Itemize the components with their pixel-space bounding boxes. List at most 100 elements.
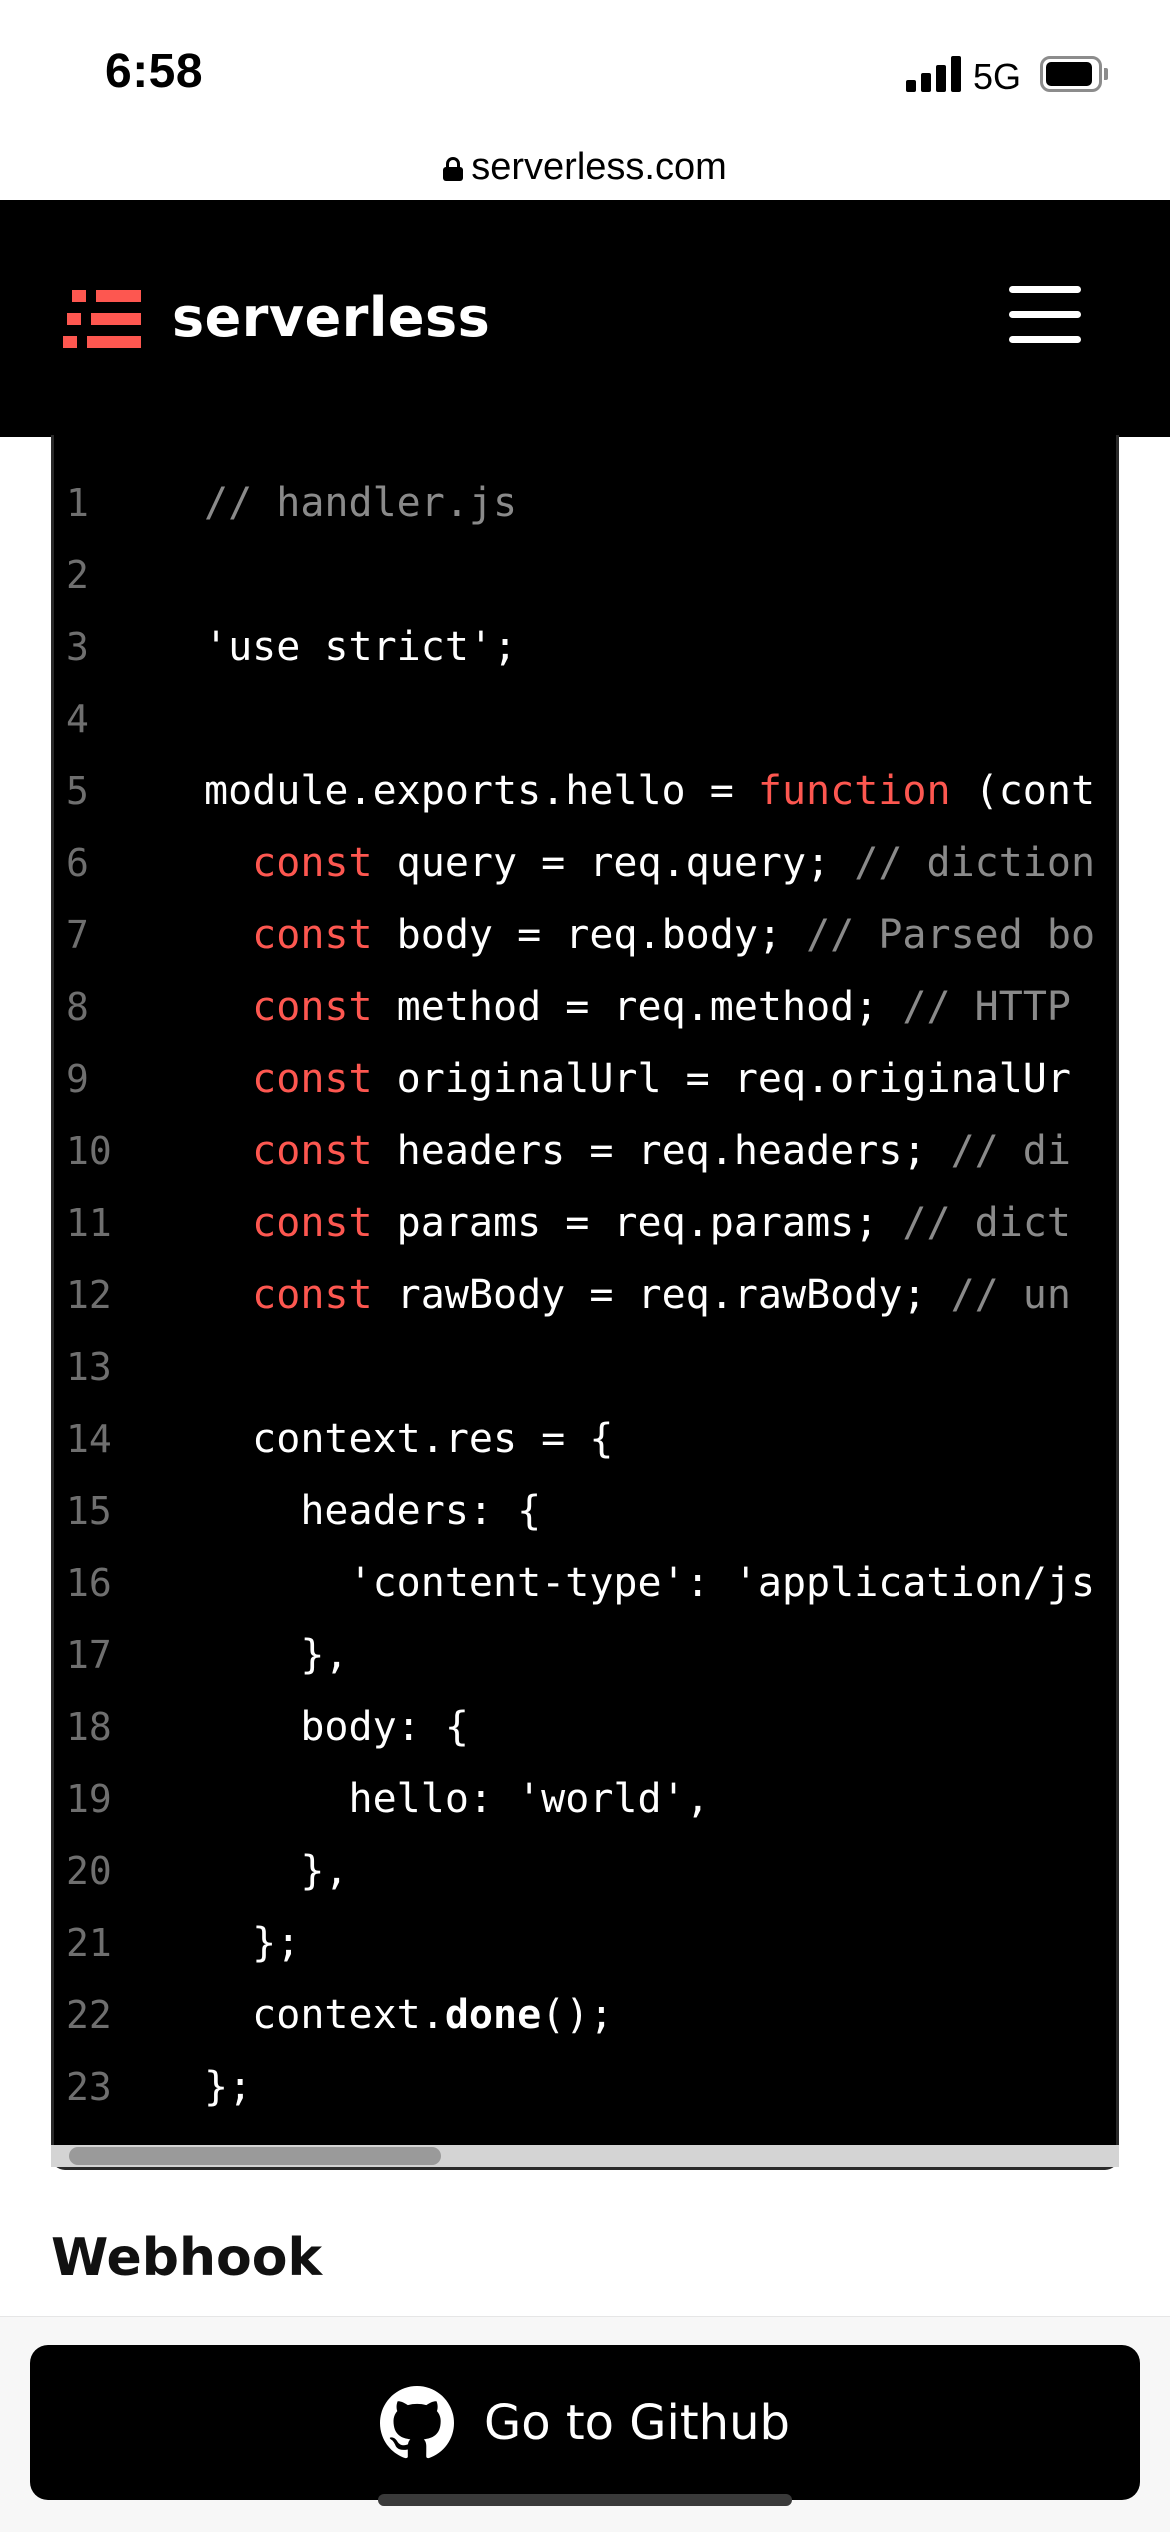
code-token-plain: headers = req.headers;	[372, 1128, 951, 1174]
code-text: 'use strict';	[204, 611, 517, 683]
code-token-keyword: const	[252, 912, 373, 958]
line-number: 22	[66, 1993, 112, 2037]
code-line: 7 const body = req.body; // Parsed bo	[54, 899, 1116, 971]
code-token-plain: ();	[541, 1992, 614, 2038]
code-token-plain: hello: 'world',	[204, 1776, 710, 1822]
code-token-plain: context.res = {	[204, 1416, 614, 1462]
code-token-plain: 'use strict';	[204, 624, 518, 670]
serverless-logo-icon[interactable]	[63, 290, 141, 348]
code-line: 16 'content-type': 'application/js	[54, 1547, 1116, 1619]
code-text: body: {	[204, 1691, 469, 1763]
code-token-plain: },	[204, 1848, 349, 1894]
code-line: 9 const originalUrl = req.originalUr	[54, 1043, 1116, 1115]
code-token-plain: rawBody = req.rawBody;	[372, 1272, 951, 1318]
code-line: 8 const method = req.method; // HTTP	[54, 971, 1116, 1043]
code-horizontal-scrollbar[interactable]	[51, 2145, 1119, 2167]
code-text: hello: 'world',	[204, 1763, 710, 1835]
code-line: 15 headers: {	[54, 1475, 1116, 1547]
line-number: 1	[66, 481, 89, 525]
code-line: 4	[54, 683, 1116, 755]
code-token-plain: };	[204, 1920, 301, 1966]
code-token-plain: 'content-type': 'application/js	[204, 1560, 1096, 1606]
code-text: };	[204, 1907, 300, 1979]
code-token-comment: // diction	[854, 840, 1096, 886]
line-number: 6	[66, 841, 89, 885]
lock-icon	[443, 157, 464, 181]
code-token-plain: body: {	[204, 1704, 469, 1750]
code-token-comment: // handler.js	[204, 480, 518, 526]
code-text: context.done();	[204, 1979, 613, 2051]
line-number: 8	[66, 985, 89, 1029]
code-line: 11 const params = req.params; // dict	[54, 1187, 1116, 1259]
code-token-comment: // dict	[902, 1200, 1071, 1246]
line-number: 16	[66, 1561, 112, 1605]
code-text: // handler.js	[204, 467, 517, 539]
section-heading-webhook: Webhook	[51, 2228, 323, 2288]
code-token-comment: // HTTP	[902, 984, 1071, 1030]
code-text: const method = req.method; // HTTP	[204, 971, 1071, 1043]
cellular-signal-icon	[906, 56, 962, 92]
url-text: serverless.com	[471, 145, 727, 188]
line-number: 9	[66, 1057, 89, 1101]
code-token-plain: context.	[204, 1992, 445, 2038]
brand-name[interactable]: serverless	[172, 286, 490, 349]
home-indicator[interactable]	[378, 2494, 792, 2506]
code-line: 2	[54, 539, 1116, 611]
code-token-keyword: const	[252, 1272, 373, 1318]
code-text: },	[204, 1619, 349, 1691]
code-line: 12 const rawBody = req.rawBody; // un	[54, 1259, 1116, 1331]
line-number: 10	[66, 1129, 112, 1173]
line-number: 14	[66, 1417, 112, 1461]
code-token-keyword: const	[252, 1056, 373, 1102]
code-token-plain: method = req.method;	[372, 984, 903, 1030]
code-token-keyword: const	[252, 1200, 373, 1246]
code-token-plain: },	[204, 1632, 349, 1678]
code-token-plain: headers: {	[204, 1488, 542, 1534]
line-number: 5	[66, 769, 89, 813]
code-token-plain: params = req.params;	[372, 1200, 903, 1246]
code-token-keyword: const	[252, 840, 373, 886]
github-icon	[380, 2385, 455, 2458]
code-token-plain: query = req.query;	[372, 840, 855, 886]
code-line: 20 },	[54, 1835, 1116, 1907]
hamburger-menu-icon[interactable]	[1005, 284, 1085, 344]
line-number: 20	[66, 1849, 112, 1893]
status-bar: 6:58 5G	[0, 0, 1170, 150]
go-to-github-button[interactable]: Go to Github	[30, 2345, 1140, 2500]
code-line: 5 module.exports.hello = function (cont	[54, 755, 1116, 827]
code-line: 1 // handler.js	[54, 467, 1116, 539]
address-bar[interactable]: serverless.com	[0, 132, 1170, 202]
code-text: },	[204, 1835, 349, 1907]
code-token-plain: module.exports.hello =	[204, 768, 758, 814]
line-number: 23	[66, 2065, 112, 2109]
scrollbar-thumb[interactable]	[69, 2147, 441, 2165]
line-number: 7	[66, 913, 89, 957]
code-text: const body = req.body; // Parsed bo	[204, 899, 1095, 971]
code-token-keyword: function	[757, 768, 951, 814]
code-line: 23};	[54, 2051, 1116, 2123]
code-text: headers: {	[204, 1475, 541, 1547]
code-token-plain: originalUrl = req.originalUr	[372, 1056, 1071, 1102]
code-token-comment: // di	[950, 1128, 1071, 1174]
code-text: context.res = {	[204, 1403, 613, 1475]
code-token-comment: // Parsed bo	[806, 912, 1096, 958]
code-token-plain: (cont	[950, 768, 1096, 814]
code-token-keyword: const	[252, 1128, 373, 1174]
battery-icon	[1040, 56, 1108, 92]
code-line: 13	[54, 1331, 1116, 1403]
code-text: const originalUrl = req.originalUr	[204, 1043, 1071, 1115]
code-lines: 1 // handler.js 2 3 'use strict'; 4 5 module.ex…	[54, 467, 1116, 2123]
line-number: 15	[66, 1489, 112, 1533]
line-number: 21	[66, 1921, 112, 1965]
code-text: const query = req.query; // diction	[204, 827, 1095, 899]
code-text: const params = req.params; // dict	[204, 1187, 1071, 1259]
code-line: 19 hello: 'world',	[54, 1763, 1116, 1835]
go-to-github-label: Go to Github	[484, 2394, 790, 2451]
